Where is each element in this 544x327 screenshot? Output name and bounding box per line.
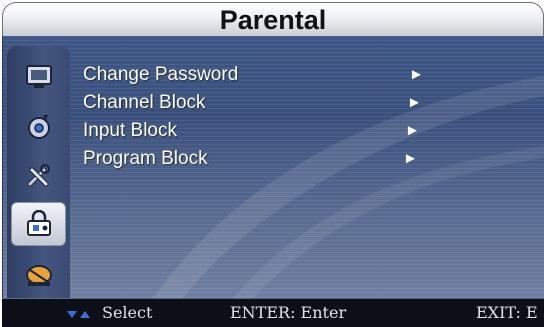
sidebar-item-picture[interactable] (11, 54, 66, 98)
menu-item-program-block[interactable]: Program Block ► (83, 146, 433, 172)
sidebar-item-channel[interactable] (11, 252, 66, 296)
sidebar (7, 46, 70, 298)
satellite-dish-icon (25, 265, 52, 286)
menu-panel: Change Password ► Channel Block ► Input … (2, 36, 544, 298)
chevron-right-icon: ► (409, 66, 424, 83)
menu-item-input-block[interactable]: Input Block ► (83, 118, 433, 144)
menu-item-label: Input Block (83, 120, 177, 141)
parental-menu-screen: Parental Change Password ► Channel Block… (0, 0, 544, 327)
lock-icon (26, 210, 51, 236)
menu-item-label: Channel Block (83, 92, 206, 113)
page-title: Parental (219, 5, 327, 35)
menu-item-channel-block[interactable]: Channel Block ► (83, 90, 433, 116)
tv-screen-icon (25, 65, 52, 88)
sidebar-item-sound[interactable] (11, 104, 66, 148)
sidebar-item-setup[interactable] (11, 154, 66, 198)
chevron-right-icon: ► (403, 150, 418, 167)
header-bar: Parental (2, 2, 544, 36)
sound-icon (27, 115, 50, 139)
enter-hint: ENTER: Enter (230, 303, 347, 322)
menu-item-label: Program Block (83, 148, 208, 169)
footer-hint-bar: Select ENTER: Enter EXIT: E (2, 298, 544, 327)
menu-item-change-password[interactable]: Change Password ► (83, 62, 433, 88)
exit-hint: EXIT: E (476, 303, 538, 322)
tools-icon (27, 164, 50, 187)
up-down-arrows-icon (67, 311, 90, 318)
sidebar-item-parental[interactable] (11, 202, 66, 246)
select-hint: Select (102, 303, 153, 322)
chevron-right-icon: ► (405, 122, 420, 139)
chevron-right-icon: ► (407, 94, 422, 111)
menu-item-label: Change Password (83, 64, 239, 85)
